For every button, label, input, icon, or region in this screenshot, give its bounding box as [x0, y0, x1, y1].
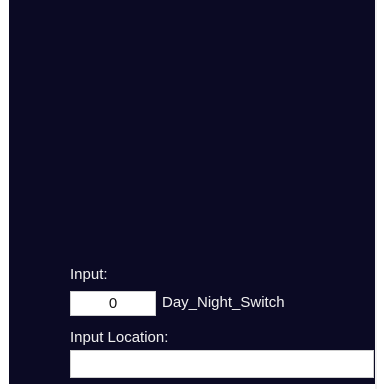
input-location-field[interactable]: [70, 350, 374, 378]
input-name-label: Day_Night_Switch: [162, 294, 285, 311]
input-location-label: Input Location:: [70, 329, 169, 346]
dark-display-panel: Input: 0 Day_Night_Switch Input Location…: [9, 0, 375, 384]
input-value-field[interactable]: 0: [70, 291, 156, 316]
input-label: Input:: [70, 266, 108, 283]
